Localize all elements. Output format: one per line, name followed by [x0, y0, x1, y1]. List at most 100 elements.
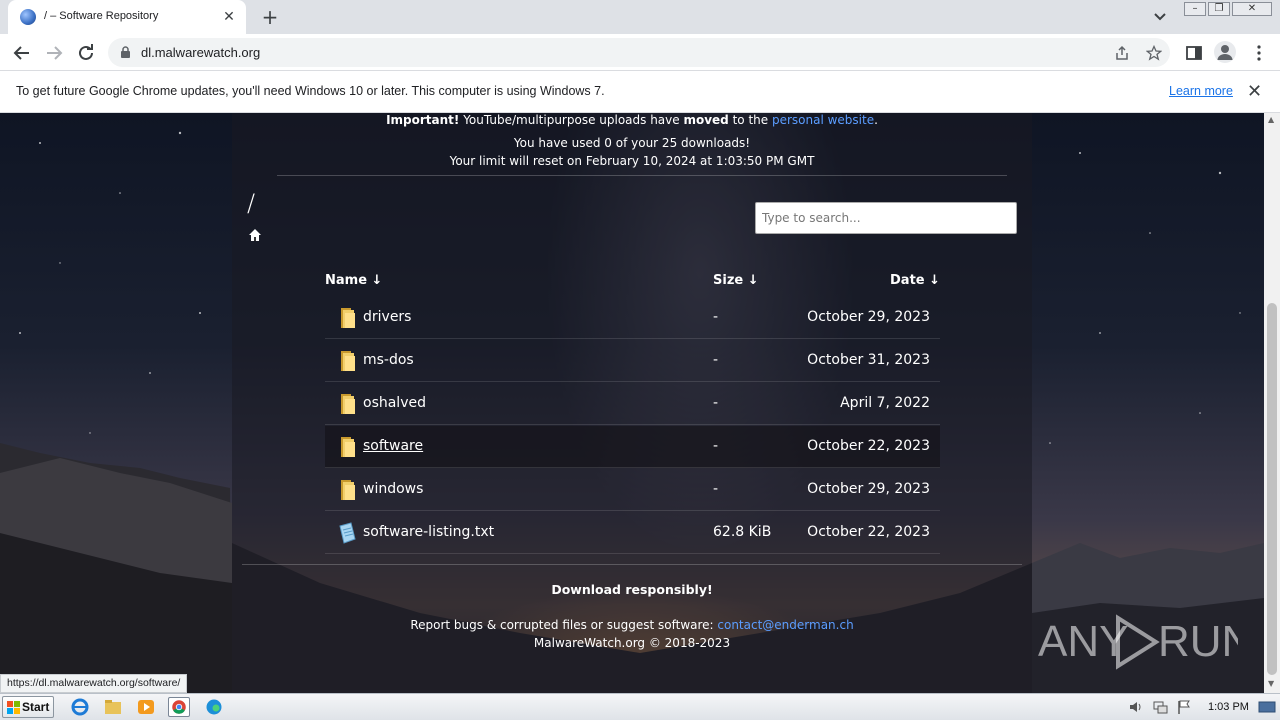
personal-website-link[interactable]: personal website: [772, 113, 874, 127]
person-icon: [1217, 45, 1233, 60]
learn-more-link[interactable]: Learn more: [1169, 84, 1233, 98]
file-date: October 22, 2023: [807, 524, 930, 540]
volume-icon[interactable]: [1128, 699, 1144, 715]
file-size: -: [713, 438, 719, 454]
file-date: October 29, 2023: [807, 309, 930, 325]
address-bar[interactable]: dl.malwarewatch.org: [108, 38, 1170, 67]
file-date: October 22, 2023: [807, 438, 930, 454]
search-input[interactable]: [755, 202, 1017, 234]
tab-search-chevron-icon[interactable]: [1151, 9, 1169, 25]
url-text[interactable]: dl.malwarewatch.org: [141, 45, 260, 60]
infobar-message: To get future Google Chrome updates, you…: [16, 84, 605, 98]
network-icon[interactable]: [1152, 699, 1168, 715]
file-date: October 31, 2023: [807, 352, 930, 368]
file-name[interactable]: ms-dos: [363, 352, 414, 368]
file-row[interactable]: ms-dos - October 31, 2023: [325, 340, 940, 382]
file-date: April 7, 2022: [840, 395, 930, 411]
tab-strip: / – Software Repository ✕ + – ❐ ✕: [0, 0, 1280, 34]
file-size: -: [713, 309, 719, 325]
content-panel: Important! YouTube/multipurpose uploads …: [232, 113, 1032, 693]
text-file-icon: [339, 522, 356, 544]
file-row[interactable]: windows - October 29, 2023: [325, 469, 940, 511]
copyright-text: MalwareWatch.org © 2018-2023: [533, 636, 731, 650]
svg-text:ANY: ANY: [1038, 617, 1128, 666]
windows-flag-icon: [7, 701, 20, 714]
report-bugs-text: Report bugs & corrupted files or suggest…: [232, 618, 1032, 632]
show-desktop-icon[interactable]: [1258, 699, 1276, 715]
folder-icon: [341, 351, 355, 371]
notice-to: to the: [728, 113, 772, 127]
file-row[interactable]: software - October 22, 2023: [325, 426, 940, 468]
file-row[interactable]: oshalved - April 7, 2022: [325, 383, 940, 425]
notice-moved: moved: [683, 113, 729, 127]
maximize-button[interactable]: ❐: [1208, 2, 1230, 16]
file-row[interactable]: software-listing.txt 62.8 KiB October 22, …: [325, 512, 940, 554]
windows-taskbar: Start 1:03 PM: [0, 693, 1280, 720]
chrome-icon[interactable]: [168, 697, 190, 717]
home-icon[interactable]: [248, 228, 262, 242]
footer-divider: [242, 564, 1022, 565]
download-responsibly-text: Download responsibly!: [551, 582, 713, 597]
notice-text: YouTube/multipurpose uploads have: [459, 113, 684, 127]
globe-favicon-icon: [20, 9, 36, 25]
header-divider: [277, 175, 1007, 176]
bookmark-star-icon[interactable]: [1146, 45, 1162, 61]
ie-icon[interactable]: [69, 697, 91, 717]
file-name[interactable]: software-listing.txt: [363, 524, 494, 540]
file-name[interactable]: oshalved: [363, 395, 426, 411]
folder-icon: [341, 437, 355, 457]
menu-kebab-icon[interactable]: [1250, 44, 1268, 62]
update-infobar: To get future Google Chrome updates, you…: [0, 71, 1280, 113]
file-name[interactable]: software: [363, 438, 423, 454]
scroll-down-arrow-icon[interactable]: ▼: [1268, 679, 1274, 688]
profile-avatar[interactable]: [1214, 41, 1236, 63]
notice-strong: Important!: [386, 113, 460, 127]
minimize-button[interactable]: –: [1184, 2, 1206, 16]
folder-icon: [341, 480, 355, 500]
share-icon[interactable]: [1114, 45, 1130, 61]
file-size: -: [713, 395, 719, 411]
back-arrow-icon[interactable]: [10, 41, 34, 65]
explorer-icon[interactable]: [102, 697, 124, 717]
page-viewport: Important! YouTube/multipurpose uploads …: [0, 113, 1264, 693]
start-button[interactable]: Start: [2, 696, 54, 718]
browser-tab[interactable]: / – Software Repository ✕: [8, 0, 246, 34]
scrollbar-thumb[interactable]: [1267, 303, 1277, 675]
downloads-used-text: You have used 0 of your 25 downloads!: [513, 136, 751, 150]
infobar-close-icon[interactable]: ✕: [1247, 81, 1262, 102]
action-center-flag-icon[interactable]: [1176, 699, 1192, 715]
report-bugs-label: Report bugs & corrupted files or suggest…: [410, 618, 718, 632]
file-name[interactable]: windows: [363, 481, 423, 497]
side-panel-icon[interactable]: [1185, 44, 1203, 62]
svg-text:RUN: RUN: [1158, 617, 1238, 666]
page-scrollbar[interactable]: ▲ ▼: [1264, 113, 1280, 693]
file-name[interactable]: drivers: [363, 309, 411, 325]
notice-end: .: [874, 113, 878, 127]
anyrun-watermark-logo: ANY RUN: [1038, 614, 1238, 670]
folder-icon: [341, 308, 355, 328]
file-size: 62.8 KiB: [713, 524, 772, 540]
browser-toolbar: dl.malwarewatch.org: [0, 34, 1280, 71]
tab-title: / – Software Repository: [44, 10, 159, 22]
scroll-up-arrow-icon[interactable]: ▲: [1268, 115, 1274, 124]
window-close-button[interactable]: ✕: [1232, 2, 1272, 16]
taskbar-clock[interactable]: 1:03 PM: [1208, 701, 1249, 713]
start-label: Start: [22, 700, 50, 714]
lock-icon[interactable]: [120, 46, 131, 59]
notice-banner: Important! YouTube/multipurpose uploads …: [232, 113, 1032, 127]
file-row[interactable]: drivers - October 29, 2023: [325, 297, 940, 339]
contact-email-link[interactable]: contact@enderman.ch: [717, 618, 853, 632]
file-size: -: [713, 352, 719, 368]
column-header-size[interactable]: Size ↓: [713, 273, 759, 288]
column-header-date[interactable]: Date ↓: [890, 273, 940, 288]
file-size: -: [713, 481, 719, 497]
reload-icon[interactable]: [74, 41, 98, 65]
media-player-icon[interactable]: [135, 697, 157, 717]
breadcrumb: /: [247, 189, 256, 217]
edge-icon[interactable]: [203, 697, 225, 717]
forward-arrow-icon[interactable]: [42, 41, 66, 65]
status-bar-url: https://dl.malwarewatch.org/software/: [0, 674, 188, 693]
column-header-name[interactable]: Name ↓: [325, 273, 382, 288]
tab-close-icon[interactable]: ✕: [220, 8, 238, 26]
new-tab-button[interactable]: +: [259, 6, 281, 28]
